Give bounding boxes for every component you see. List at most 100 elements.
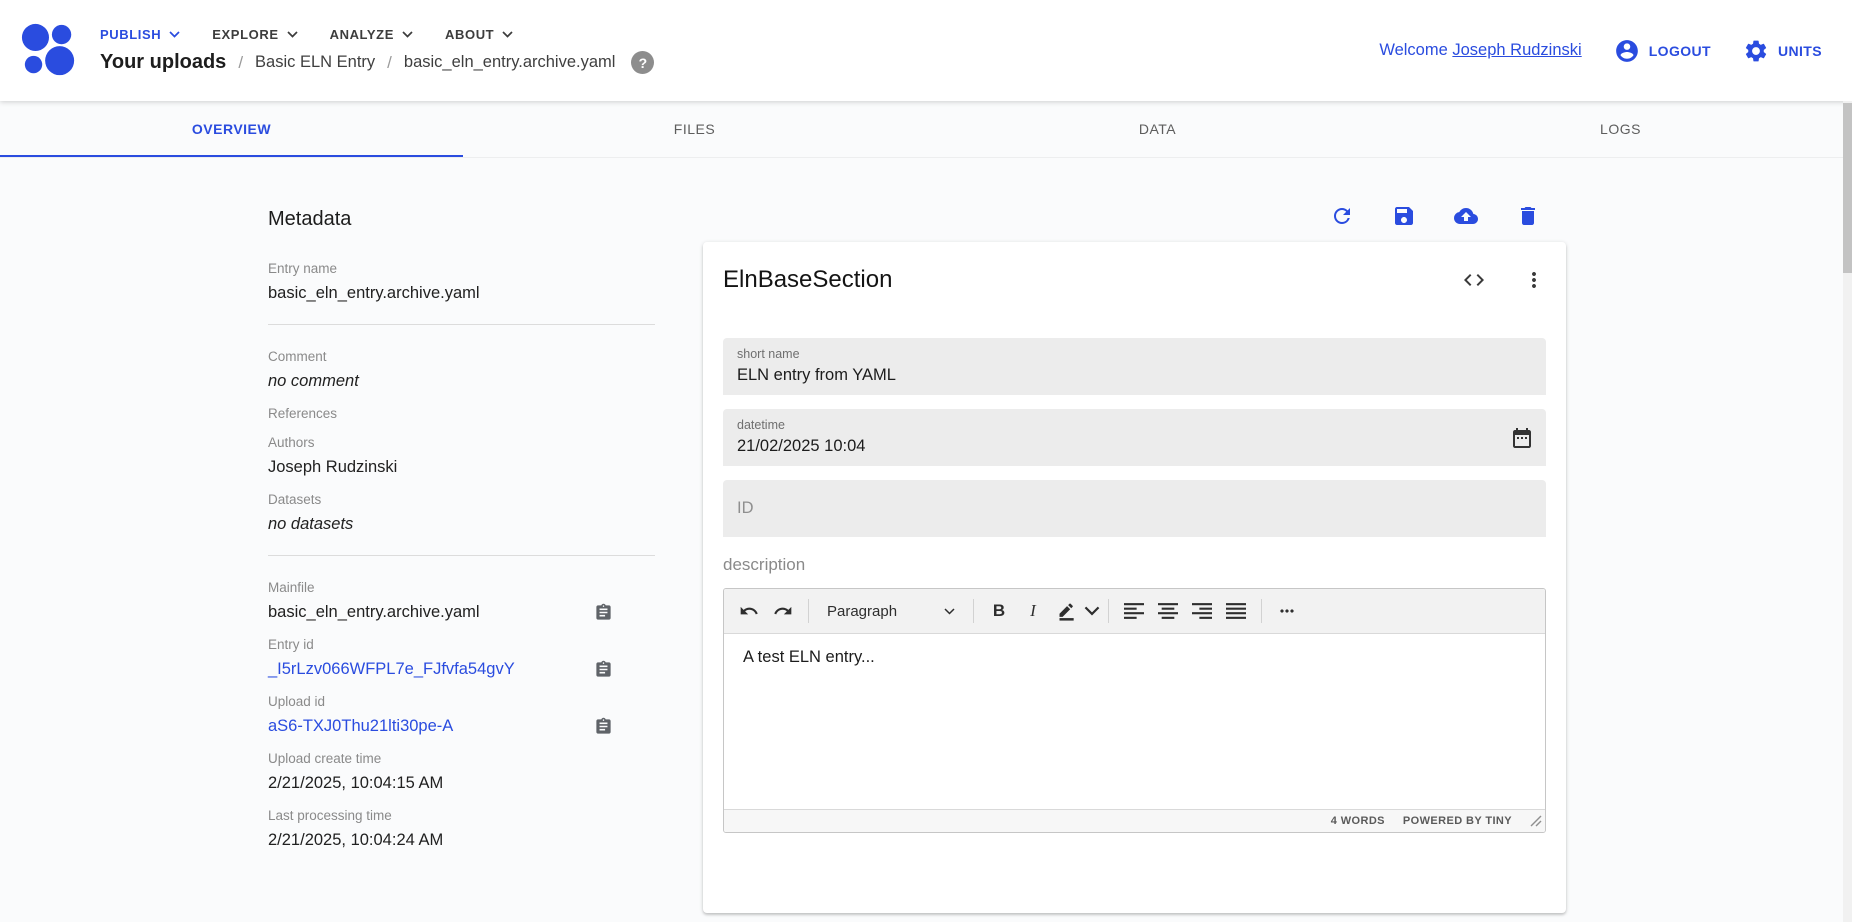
menu-about[interactable]: ABOUT (445, 27, 513, 42)
vertical-dots-icon (1522, 268, 1546, 292)
align-left-icon (1124, 601, 1144, 621)
last-processing-time-value: 2/21/2025, 10:04:24 AM (268, 830, 655, 851)
mainfile-value: basic_eln_entry.archive.yaml (268, 602, 480, 623)
upload-create-time-field: Upload create time 2/21/2025, 10:04:15 A… (268, 751, 655, 794)
datetime-input[interactable]: datetime 21/02/2025 10:04 (723, 409, 1546, 466)
entry-id-link[interactable]: _I5rLzv066WFPL7e_FJfvfa54gvY (268, 659, 515, 680)
metadata-title: Metadata (268, 208, 655, 231)
authors-value: Joseph Rudzinski (268, 457, 655, 478)
italic-button[interactable]: I (1016, 594, 1050, 628)
scrollbar-thumb[interactable] (1843, 103, 1852, 273)
welcome-text: Welcome Joseph Rudzinski (1379, 41, 1581, 60)
paragraph-format-select[interactable]: Paragraph (817, 594, 965, 628)
text-color-button[interactable] (1050, 594, 1084, 628)
section-title: ElnBaseSection (723, 266, 892, 294)
breadcrumb-your-uploads[interactable]: Your uploads (100, 51, 226, 74)
menu-publish[interactable]: PUBLISH (100, 27, 180, 42)
entry-id-label: Entry id (268, 637, 655, 652)
delete-button[interactable] (1516, 204, 1540, 228)
format-select-value: Paragraph (827, 603, 897, 620)
user-name-link[interactable]: Joseph Rudzinski (1452, 41, 1581, 59)
app-header: PUBLISH EXPLORE ANALYZE ABOUT Your uploa… (0, 0, 1852, 101)
reload-button[interactable] (1330, 204, 1354, 228)
horizontal-dots-icon (1277, 601, 1297, 621)
chevron-down-icon (1084, 601, 1100, 621)
upload-id-link[interactable]: aS6-TXJ0Thu21lti30pe-A (268, 716, 453, 737)
undo-button[interactable] (732, 594, 766, 628)
section-card-header: ElnBaseSection (723, 266, 1546, 294)
help-icon[interactable]: ? (631, 51, 654, 74)
resize-grip-icon (1530, 815, 1542, 827)
references-field: References (268, 406, 655, 421)
copy-mainfile-button[interactable] (594, 603, 613, 622)
units-button[interactable]: UNITS (1743, 38, 1822, 64)
upload-create-time-value: 2/21/2025, 10:04:15 AM (268, 773, 655, 794)
datasets-label: Datasets (268, 492, 655, 507)
upload-button[interactable] (1454, 204, 1478, 228)
upload-create-time-label: Upload create time (268, 751, 655, 766)
clipboard-icon (594, 660, 613, 679)
short-name-input[interactable]: short name ELN entry from YAML (723, 338, 1546, 395)
logout-label: LOGOUT (1649, 43, 1711, 59)
description-editor-body[interactable]: A test ELN entry... (724, 634, 1545, 809)
id-input[interactable]: ID (723, 480, 1546, 537)
toolbar-separator (808, 599, 809, 623)
menu-explore[interactable]: EXPLORE (212, 27, 297, 42)
tab-bar: OVERVIEW FILES DATA LOGS (0, 101, 1852, 158)
upload-id-label: Upload id (268, 694, 655, 709)
menu-about-label: ABOUT (445, 27, 494, 42)
code-view-button[interactable] (1462, 268, 1486, 292)
eln-section-card: ElnBaseSection short name ELN entry from… (703, 242, 1566, 913)
save-button[interactable] (1392, 204, 1416, 228)
text-color-dropdown-button[interactable] (1084, 594, 1100, 628)
toolbar-separator (1261, 599, 1262, 623)
mainfile-field: Mainfile basic_eln_entry.archive.yaml (268, 580, 655, 623)
menu-analyze-label: ANALYZE (330, 27, 394, 42)
editor-panel: ElnBaseSection short name ELN entry from… (703, 198, 1566, 913)
justify-button[interactable] (1219, 594, 1253, 628)
copy-entry-id-button[interactable] (594, 660, 613, 679)
align-center-button[interactable] (1151, 594, 1185, 628)
datetime-value: 21/02/2025 10:04 (737, 437, 1532, 456)
tab-overview[interactable]: OVERVIEW (0, 101, 463, 157)
redo-button[interactable] (766, 594, 800, 628)
toolbar-separator (1108, 599, 1109, 623)
header-right: Welcome Joseph Rudzinski LOGOUT UNITS (1379, 38, 1822, 64)
clipboard-icon (594, 603, 613, 622)
more-menu-button[interactable] (1522, 268, 1546, 292)
last-processing-time-field: Last processing time 2/21/2025, 10:04:24… (268, 808, 655, 851)
short-name-label: short name (737, 347, 1532, 361)
logout-button[interactable]: LOGOUT (1614, 38, 1711, 64)
entry-name-field: Entry name basic_eln_entry.archive.yaml (268, 261, 655, 304)
welcome-prefix: Welcome (1379, 41, 1447, 59)
tab-logs[interactable]: LOGS (1389, 101, 1852, 157)
authors-field: Authors Joseph Rudzinski (268, 435, 655, 478)
calendar-picker-button[interactable] (1510, 426, 1534, 450)
comment-label: Comment (268, 349, 655, 364)
chevron-down-icon (287, 31, 298, 38)
divider (268, 555, 655, 556)
account-circle-icon (1614, 38, 1640, 64)
align-left-button[interactable] (1117, 594, 1151, 628)
menu-analyze[interactable]: ANALYZE (330, 27, 413, 42)
divider (268, 324, 655, 325)
breadcrumb-parent[interactable]: Basic ELN Entry (255, 53, 375, 72)
tab-files[interactable]: FILES (463, 101, 926, 157)
main-menu: PUBLISH EXPLORE ANALYZE ABOUT (100, 27, 654, 42)
align-right-button[interactable] (1185, 594, 1219, 628)
align-justify-icon (1226, 601, 1246, 621)
tab-data[interactable]: DATA (926, 101, 1389, 157)
save-icon (1392, 204, 1416, 228)
copy-upload-id-button[interactable] (594, 717, 613, 736)
breadcrumb-current: basic_eln_entry.archive.yaml (404, 53, 616, 72)
resize-grip[interactable] (1530, 815, 1542, 827)
more-tools-button[interactable] (1270, 594, 1304, 628)
cloud-upload-icon (1454, 204, 1478, 228)
description-label: description (723, 555, 1546, 575)
menu-publish-label: PUBLISH (100, 27, 161, 42)
comment-field: Comment no comment (268, 349, 655, 392)
calendar-icon (1510, 426, 1534, 450)
metadata-panel: Metadata Entry name basic_eln_entry.arch… (268, 208, 655, 865)
nomad-logo[interactable] (20, 22, 78, 80)
bold-button[interactable]: B (982, 594, 1016, 628)
